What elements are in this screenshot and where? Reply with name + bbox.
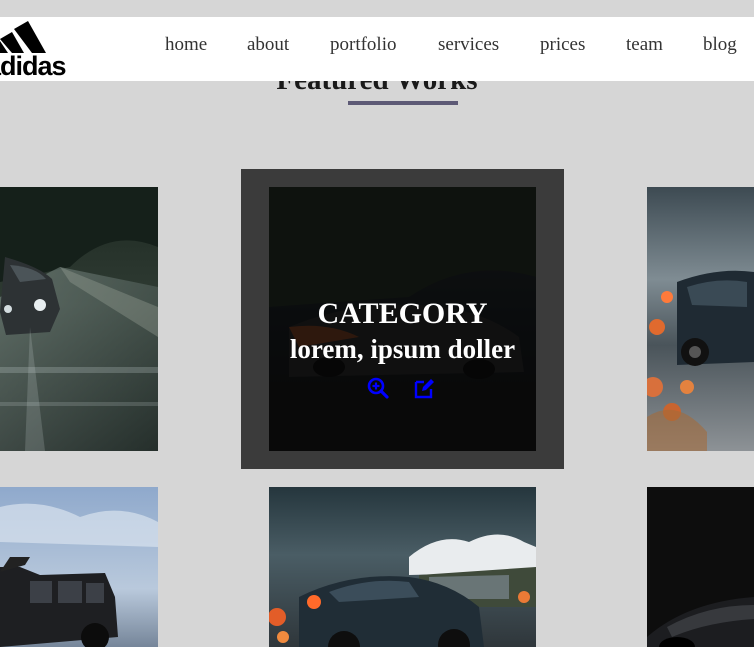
portfolio-card[interactable] [647,487,754,647]
card-category: CATEGORY [317,297,488,330]
zoom-in-icon[interactable] [366,376,390,400]
portfolio-card[interactable] [647,187,754,451]
card-actions [269,376,536,400]
title-underline [348,101,458,105]
card-title: lorem, ipsum doller [289,334,516,364]
nav-about[interactable]: about [247,34,289,56]
portfolio-image [0,187,158,451]
nav-services[interactable]: services [438,34,499,56]
portfolio-image [0,487,158,647]
portfolio-card-active[interactable]: CATEGORY lorem, ipsum doller [241,169,564,469]
portfolio-image [647,487,754,647]
nav-prices[interactable]: prices [540,34,585,56]
card-hover-overlay: CATEGORY lorem, ipsum doller [269,187,536,451]
nav-blog[interactable]: blog [703,34,737,56]
portfolio-card-image-wrap: CATEGORY lorem, ipsum doller [269,187,536,451]
portfolio-image [647,187,754,451]
edit-icon[interactable] [412,376,436,400]
portfolio-card[interactable] [0,487,158,647]
nav-team[interactable]: team [626,34,663,56]
portfolio-card[interactable] [269,487,536,647]
portfolio-card[interactable] [0,187,158,451]
nav-portfolio[interactable]: portfolio [330,34,397,56]
page: adidas home about portfolio services pri… [0,0,754,647]
site-header: adidas home about portfolio services pri… [0,17,754,81]
portfolio-image [269,487,536,647]
main-nav: home about portfolio services prices tea… [0,17,754,81]
nav-home[interactable]: home [165,34,207,56]
